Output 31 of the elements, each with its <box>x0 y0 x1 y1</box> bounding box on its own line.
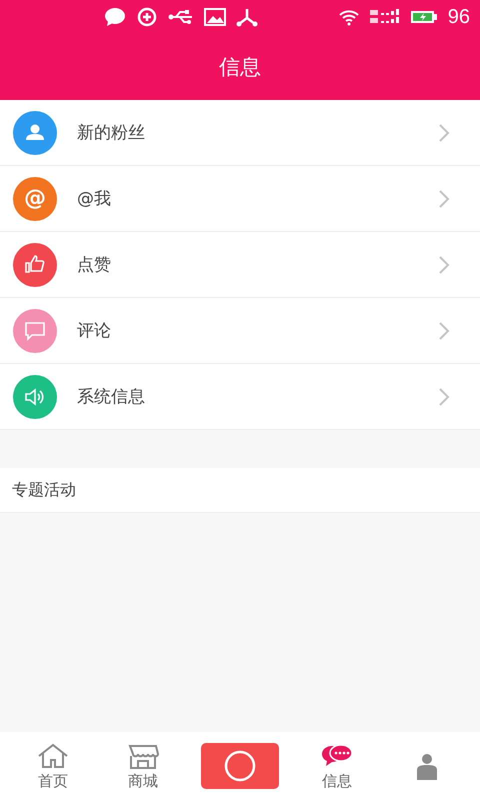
page-title: 信息 <box>219 54 261 81</box>
menu-label: 点赞 <box>77 254 112 276</box>
usb-icon <box>168 7 194 27</box>
chevron-right-icon <box>438 386 450 406</box>
menu-item[interactable]: @ @我 <box>0 166 480 232</box>
chevron-right-icon <box>438 122 450 142</box>
menu-item[interactable]: 点赞 <box>0 232 480 298</box>
menu-label: @我 <box>77 188 112 210</box>
chevron-right-icon <box>438 320 450 340</box>
image-icon <box>204 7 226 27</box>
chat-bubble-icon <box>104 7 126 27</box>
circle-icon <box>223 749 257 783</box>
at-icon: @ <box>13 176 57 220</box>
signal-icon <box>370 8 400 26</box>
chevron-right-icon <box>438 188 450 208</box>
wifi-icon <box>338 8 360 26</box>
menu-label: 新的粉丝 <box>77 122 146 144</box>
menu-item[interactable]: 评论 <box>0 298 480 364</box>
house-icon <box>36 742 70 770</box>
camera-button[interactable] <box>201 743 279 789</box>
menu-label: 评论 <box>77 320 112 342</box>
menu-item[interactable]: 系统信息 <box>0 364 480 430</box>
nav-tab[interactable]: 商城 <box>111 742 175 790</box>
battery-percentage: 96 <box>448 6 470 28</box>
chevron-right-icon <box>438 254 450 274</box>
section-title: 专题活动 <box>12 480 76 500</box>
menu-label: 系统信息 <box>77 386 146 408</box>
menu-item[interactable]: 新的粉丝 <box>0 100 480 166</box>
share-nodes-icon <box>236 7 258 27</box>
nav-tab[interactable]: 首页 <box>21 742 85 790</box>
nav-tab[interactable]: 信息 <box>305 742 369 790</box>
